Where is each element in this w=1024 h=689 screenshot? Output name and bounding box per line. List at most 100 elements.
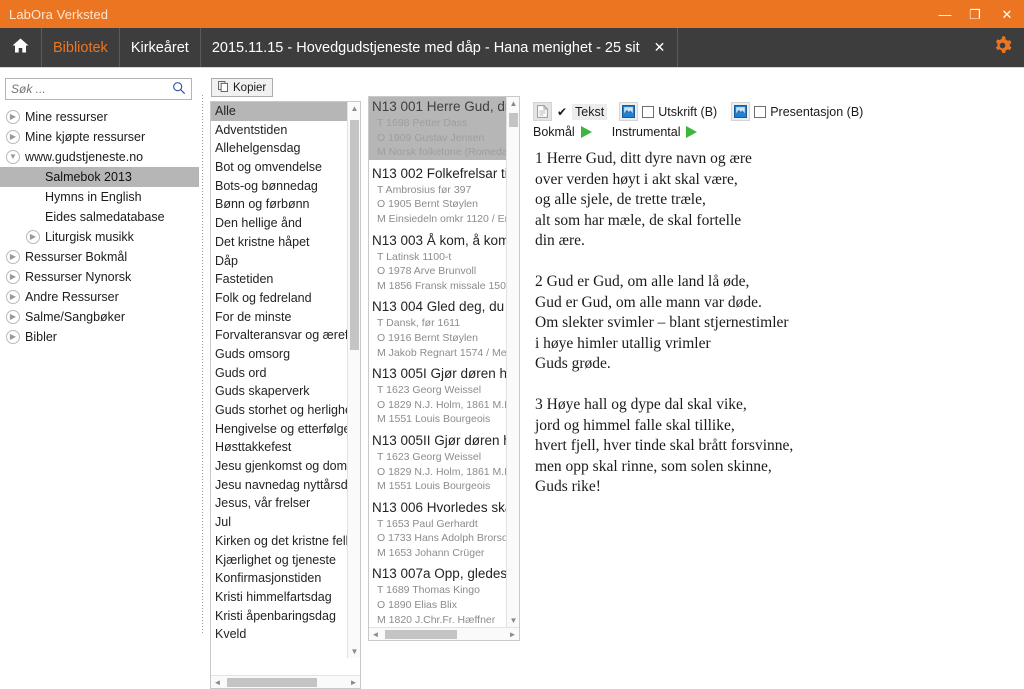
category-list-item[interactable]: Guds skaperverk [211, 382, 360, 401]
viewer-splitter[interactable] [521, 69, 529, 654]
category-list-item[interactable]: Høsttakkefest [211, 438, 360, 457]
chevron-right-icon[interactable]: ▶ [6, 330, 20, 344]
sidebar-item-bibler[interactable]: ▶ Bibler [0, 327, 199, 347]
sidebar-item-salmebok-2013[interactable]: Salmebok 2013 [0, 167, 199, 187]
category-list-item[interactable]: Jesus, vår frelser [211, 494, 360, 513]
scroll-thumb[interactable] [227, 678, 317, 687]
search-box[interactable] [5, 78, 192, 100]
play-icon[interactable] [580, 126, 592, 138]
minimize-button[interactable]: — [930, 0, 960, 28]
sidebar-item-liturgisk-musikk[interactable]: ▶ Liturgisk musikk [0, 227, 199, 247]
home-button[interactable] [0, 28, 42, 67]
sidebar-item-andre-ressurser[interactable]: ▶ Andre Ressurser [0, 287, 199, 307]
chevron-right-icon[interactable]: ▶ [6, 310, 20, 324]
hymn-list-item[interactable]: N13 005II Gjør døren høy, gj T 1623 Georg… [369, 431, 519, 494]
sidebar-item-ressurser-nynorsk[interactable]: ▶ Ressurser Nynorsk [0, 267, 199, 287]
category-list-item[interactable]: Bønn og førbønn [211, 195, 360, 214]
sidebar-item-eides-salmedatabase[interactable]: Eides salmedatabase [0, 207, 199, 227]
hymn-list-item[interactable]: N13 001 Herre Gud, ditt dyre T 1698 Pette… [369, 97, 519, 160]
hymn-vertical-scrollbar[interactable]: ▲ ▼ [506, 97, 519, 627]
category-list-item[interactable]: Forvalteransvar og ærefrykt f [211, 326, 360, 345]
hymn-list-item[interactable]: N13 003 Å kom, å kom, Imm T Latinsk 1100-… [369, 231, 519, 294]
viewer-option-utskrift-b[interactable]: Utskrift (B) [619, 102, 731, 121]
chevron-right-icon[interactable]: ▶ [6, 270, 20, 284]
viewer-option-tekst[interactable]: Tekst [533, 102, 619, 121]
chevron-expanded-icon[interactable]: ▼ [6, 150, 20, 164]
scroll-left-arrow[interactable]: ◄ [211, 676, 224, 688]
hymn-list-item[interactable]: N13 004 Gled deg, du Kristi T Dansk, før … [369, 297, 519, 360]
category-list-item[interactable]: Den hellige ånd [211, 214, 360, 233]
category-list-item[interactable]: Jul [211, 513, 360, 532]
close-button[interactable]: ✕ [990, 0, 1024, 28]
sidebar-item-mine-ressurser[interactable]: ▶ Mine ressurser [0, 107, 199, 127]
chevron-right-icon[interactable]: ▶ [6, 250, 20, 264]
copy-button[interactable]: Kopier [211, 78, 274, 97]
category-list[interactable]: Alle Adventstiden Allehelgensdag Bot og omv… [210, 101, 361, 689]
sidebar-item-ressurser-bokm-l[interactable]: ▶ Ressurser Bokmål [0, 247, 199, 267]
nav-item-kirkearet[interactable]: Kirkeåret [120, 28, 201, 67]
sidebar-item-mine-kj-pte-ressurser[interactable]: ▶ Mine kjøpte ressurser [0, 127, 199, 147]
scroll-thumb[interactable] [385, 630, 457, 639]
tab-close-icon[interactable]: ✕ [646, 28, 679, 67]
category-list-item[interactable]: Guds ord [211, 364, 360, 383]
scroll-right-arrow[interactable]: ► [347, 676, 360, 688]
checkbox-presentasjon-b[interactable] [754, 105, 767, 118]
maximize-button[interactable]: ❐ [960, 0, 990, 28]
category-list-item[interactable]: Konfirmasjonstiden [211, 569, 360, 588]
category-list-item[interactable]: Bot og omvendelse [211, 158, 360, 177]
sidebar-item-hymns-in-english[interactable]: Hymns in English [0, 187, 199, 207]
scroll-thumb[interactable] [350, 120, 359, 350]
category-list-item[interactable]: Fastetiden [211, 270, 360, 289]
document-icon[interactable] [533, 102, 552, 121]
category-list-item[interactable]: Kirken og det kristne fellessk [211, 532, 360, 551]
category-list-item[interactable]: Guds storhet og herlighet [211, 401, 360, 420]
image-icon[interactable] [619, 102, 639, 121]
chevron-right-icon[interactable]: ▶ [6, 290, 20, 304]
hymn-list-item[interactable]: N13 007a Opp, gledest alle, T 1689 Thomas… [369, 564, 519, 627]
scroll-up-arrow[interactable]: ▲ [507, 97, 519, 110]
checkbox-tekst[interactable] [556, 105, 568, 118]
chevron-right-icon[interactable]: ▶ [26, 230, 40, 244]
chevron-right-icon[interactable]: ▶ [6, 130, 20, 144]
category-list-item[interactable]: Jesu navnedag nyttårsdag [211, 476, 360, 495]
category-list-item[interactable]: Guds omsorg [211, 345, 360, 364]
scroll-left-arrow[interactable]: ◄ [369, 628, 382, 640]
search-input[interactable] [6, 80, 166, 98]
category-horizontal-scrollbar[interactable]: ◄ ► [211, 675, 360, 688]
settings-button[interactable] [981, 28, 1024, 67]
category-list-item[interactable]: Kristi åpenbaringsdag [211, 607, 360, 626]
category-splitter[interactable] [361, 69, 368, 654]
category-list-item[interactable]: Det kristne håpet [211, 233, 360, 252]
category-vertical-scrollbar[interactable]: ▲ ▼ [347, 102, 360, 658]
scroll-up-arrow[interactable]: ▲ [348, 102, 360, 115]
category-list-item[interactable]: Folk og fedreland [211, 289, 360, 308]
document-tab[interactable]: 2015.11.15 - Hovedgudstjeneste med dåp -… [201, 28, 646, 67]
sidebar-item-salme-sangb-ker[interactable]: ▶ Salme/Sangbøker [0, 307, 199, 327]
category-list-item[interactable]: Alle [211, 102, 360, 121]
hymn-list[interactable]: N13 001 Herre Gud, ditt dyre T 1698 Pette… [368, 96, 520, 641]
image-icon[interactable] [731, 102, 751, 121]
category-list-item[interactable]: Allehelgensdag [211, 139, 360, 158]
chevron-right-icon[interactable]: ▶ [6, 110, 20, 124]
scroll-thumb[interactable] [509, 113, 518, 127]
play-icon[interactable] [686, 126, 698, 138]
category-list-item[interactable]: Kristi himmelfartsdag [211, 588, 360, 607]
category-list-item[interactable]: Kveld [211, 625, 360, 644]
category-list-item[interactable]: Kjærlighet og tjeneste [211, 551, 360, 570]
hymn-horizontal-scrollbar[interactable]: ◄ ► [369, 627, 519, 640]
search-icon[interactable] [172, 81, 186, 98]
checkbox-utskrift-b[interactable] [642, 105, 655, 118]
hymn-list-item[interactable]: N13 006 Hvorledes skal jeg T 1653 Paul Ge… [369, 498, 519, 561]
hymn-list-item[interactable]: N13 002 Folkefrelsar til oss k T Ambrosiu… [369, 164, 519, 227]
sidebar-splitter[interactable] [199, 69, 206, 654]
hymn-list-item[interactable]: N13 005I Gjør døren høy, gj T 1623 Georg … [369, 364, 519, 427]
scroll-down-arrow[interactable]: ▼ [348, 645, 360, 658]
category-list-item[interactable]: Bots-og bønnedag [211, 177, 360, 196]
category-list-item[interactable]: Jesu gjenkomst og dommen [211, 457, 360, 476]
category-list-item[interactable]: For de minste [211, 308, 360, 327]
category-list-item[interactable]: Dåp [211, 252, 360, 271]
category-list-item[interactable]: Hengivelse og etterfølgelse [211, 420, 360, 439]
scroll-right-arrow[interactable]: ► [506, 628, 519, 640]
viewer-option-presentasjon-b[interactable]: Presentasjon (B) [731, 102, 877, 121]
category-list-item[interactable]: Adventstiden [211, 121, 360, 140]
